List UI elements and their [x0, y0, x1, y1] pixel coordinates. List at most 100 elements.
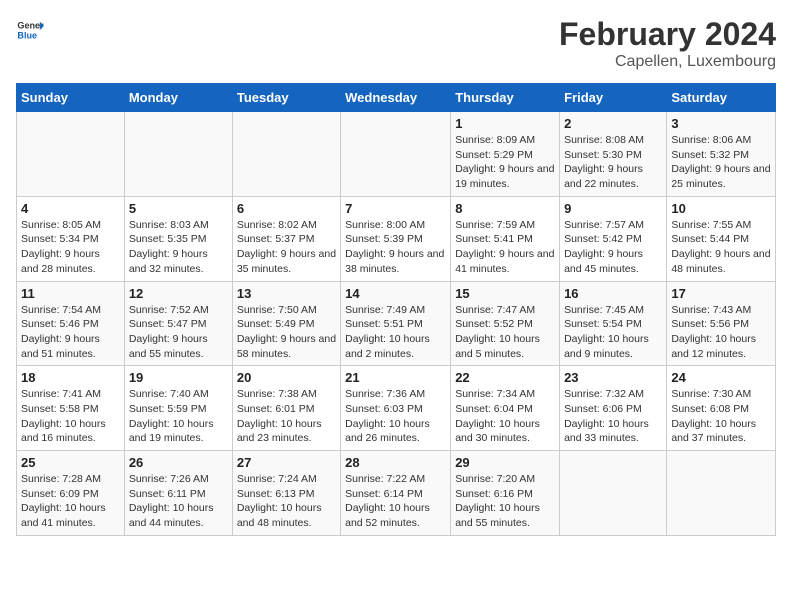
day-number: 3: [671, 116, 771, 131]
calendar-cell: 5 Sunrise: 8:03 AM Sunset: 5:35 PM Daylig…: [124, 196, 232, 281]
day-number: 24: [671, 370, 771, 385]
title-section: February 2024 Capellen, Luxembourg: [559, 16, 776, 71]
week-row-1: 1Sunrise: 8:09 AM Sunset: 5:29 PM Daylig…: [17, 112, 776, 197]
calendar-cell: 20 Sunrise: 7:38 AM Sunset: 6:01 PM Dayli…: [232, 366, 340, 451]
day-number: 17: [671, 286, 771, 301]
day-number: 9: [564, 201, 662, 216]
day-info: Sunrise: 8:05 AM Sunset: 5:34 PM Dayligh…: [21, 218, 120, 277]
day-info: Sunrise: 8:00 AM Sunset: 5:39 PM Dayligh…: [345, 218, 446, 277]
day-info: Sunrise: 7:22 AM Sunset: 6:14 PM Dayligh…: [345, 472, 446, 531]
calendar-cell: 27 Sunrise: 7:24 AM Sunset: 6:13 PM Dayli…: [232, 451, 340, 536]
day-info: Sunrise: 7:45 AM Sunset: 5:54 PM Dayligh…: [564, 303, 662, 362]
day-number: 25: [21, 455, 120, 470]
day-info: Sunrise: 8:08 AM Sunset: 5:30 PM Dayligh…: [564, 133, 662, 192]
calendar-cell: 8Sunrise: 7:59 AM Sunset: 5:41 PM Daylig…: [451, 196, 560, 281]
calendar-cell: 26 Sunrise: 7:26 AM Sunset: 6:11 PM Dayli…: [124, 451, 232, 536]
calendar-cell: 22Sunrise: 7:34 AM Sunset: 6:04 PM Dayli…: [451, 366, 560, 451]
day-number: 7: [345, 201, 446, 216]
calendar-cell: [232, 112, 340, 197]
day-info: Sunrise: 8:09 AM Sunset: 5:29 PM Dayligh…: [455, 133, 555, 192]
day-info: Sunrise: 7:55 AM Sunset: 5:44 PM Dayligh…: [671, 218, 771, 277]
svg-text:Blue: Blue: [17, 30, 37, 40]
day-info: Sunrise: 7:50 AM Sunset: 5:49 PM Dayligh…: [237, 303, 336, 362]
day-info: Sunrise: 7:38 AM Sunset: 6:01 PM Dayligh…: [237, 387, 336, 446]
day-number: 12: [129, 286, 228, 301]
calendar-cell: 3 Sunrise: 8:06 AM Sunset: 5:32 PM Daylig…: [667, 112, 776, 197]
calendar-cell: 17 Sunrise: 7:43 AM Sunset: 5:56 PM Dayli…: [667, 281, 776, 366]
day-info: Sunrise: 7:30 AM Sunset: 6:08 PM Dayligh…: [671, 387, 771, 446]
calendar-cell: 19 Sunrise: 7:40 AM Sunset: 5:59 PM Dayli…: [124, 366, 232, 451]
day-info: Sunrise: 7:43 AM Sunset: 5:56 PM Dayligh…: [671, 303, 771, 362]
main-title: February 2024: [559, 16, 776, 53]
calendar-cell: 10Sunrise: 7:55 AM Sunset: 5:44 PM Dayli…: [667, 196, 776, 281]
calendar-cell: 12 Sunrise: 7:52 AM Sunset: 5:47 PM Dayli…: [124, 281, 232, 366]
day-number: 23: [564, 370, 662, 385]
day-number: 13: [237, 286, 336, 301]
calendar-cell: 6 Sunrise: 8:02 AM Sunset: 5:37 PM Daylig…: [232, 196, 340, 281]
day-number: 19: [129, 370, 228, 385]
day-info: Sunrise: 7:40 AM Sunset: 5:59 PM Dayligh…: [129, 387, 228, 446]
day-info: Sunrise: 7:26 AM Sunset: 6:11 PM Dayligh…: [129, 472, 228, 531]
calendar-cell: 21Sunrise: 7:36 AM Sunset: 6:03 PM Dayli…: [341, 366, 451, 451]
day-number: 20: [237, 370, 336, 385]
day-info: Sunrise: 7:32 AM Sunset: 6:06 PM Dayligh…: [564, 387, 662, 446]
day-number: 14: [345, 286, 446, 301]
calendar-cell: [17, 112, 125, 197]
week-row-5: 25 Sunrise: 7:28 AM Sunset: 6:09 PM Dayli…: [17, 451, 776, 536]
calendar-cell: [341, 112, 451, 197]
day-info: Sunrise: 8:03 AM Sunset: 5:35 PM Dayligh…: [129, 218, 228, 277]
calendar-cell: 23 Sunrise: 7:32 AM Sunset: 6:06 PM Dayli…: [560, 366, 667, 451]
day-number: 6: [237, 201, 336, 216]
day-number: 26: [129, 455, 228, 470]
calendar-cell: [560, 451, 667, 536]
day-number: 18: [21, 370, 120, 385]
week-row-3: 11 Sunrise: 7:54 AM Sunset: 5:46 PM Dayli…: [17, 281, 776, 366]
calendar-cell: 9 Sunrise: 7:57 AM Sunset: 5:42 PM Daylig…: [560, 196, 667, 281]
day-info: Sunrise: 7:57 AM Sunset: 5:42 PM Dayligh…: [564, 218, 662, 277]
calendar-table: SundayMondayTuesdayWednesdayThursdayFrid…: [16, 83, 776, 536]
weekday-header-thursday: Thursday: [451, 84, 560, 112]
day-info: Sunrise: 8:06 AM Sunset: 5:32 PM Dayligh…: [671, 133, 771, 192]
day-info: Sunrise: 7:52 AM Sunset: 5:47 PM Dayligh…: [129, 303, 228, 362]
day-number: 22: [455, 370, 555, 385]
calendar-cell: 4 Sunrise: 8:05 AM Sunset: 5:34 PM Daylig…: [17, 196, 125, 281]
day-number: 16: [564, 286, 662, 301]
calendar-cell: 28 Sunrise: 7:22 AM Sunset: 6:14 PM Dayli…: [341, 451, 451, 536]
weekday-header-tuesday: Tuesday: [232, 84, 340, 112]
day-number: 21: [345, 370, 446, 385]
calendar-cell: 24 Sunrise: 7:30 AM Sunset: 6:08 PM Dayli…: [667, 366, 776, 451]
day-number: 11: [21, 286, 120, 301]
day-number: 28: [345, 455, 446, 470]
day-number: 5: [129, 201, 228, 216]
calendar-cell: 1Sunrise: 8:09 AM Sunset: 5:29 PM Daylig…: [451, 112, 560, 197]
week-row-2: 4 Sunrise: 8:05 AM Sunset: 5:34 PM Daylig…: [17, 196, 776, 281]
day-info: Sunrise: 7:41 AM Sunset: 5:58 PM Dayligh…: [21, 387, 120, 446]
day-info: Sunrise: 7:54 AM Sunset: 5:46 PM Dayligh…: [21, 303, 120, 362]
day-number: 2: [564, 116, 662, 131]
header: General Blue February 2024 Capellen, Lux…: [16, 16, 776, 71]
week-row-4: 18 Sunrise: 7:41 AM Sunset: 5:58 PM Dayli…: [17, 366, 776, 451]
weekday-header-wednesday: Wednesday: [341, 84, 451, 112]
logo-icon: General Blue: [16, 16, 44, 44]
calendar-cell: 29 Sunrise: 7:20 AM Sunset: 6:16 PM Dayli…: [451, 451, 560, 536]
day-info: Sunrise: 7:28 AM Sunset: 6:09 PM Dayligh…: [21, 472, 120, 531]
weekday-header-row: SundayMondayTuesdayWednesdayThursdayFrid…: [17, 84, 776, 112]
day-number: 27: [237, 455, 336, 470]
calendar-cell: 18 Sunrise: 7:41 AM Sunset: 5:58 PM Dayli…: [17, 366, 125, 451]
day-info: Sunrise: 8:02 AM Sunset: 5:37 PM Dayligh…: [237, 218, 336, 277]
day-info: Sunrise: 7:49 AM Sunset: 5:51 PM Dayligh…: [345, 303, 446, 362]
calendar-cell: 7 Sunrise: 8:00 AM Sunset: 5:39 PM Daylig…: [341, 196, 451, 281]
day-number: 15: [455, 286, 555, 301]
calendar-cell: 25 Sunrise: 7:28 AM Sunset: 6:09 PM Dayli…: [17, 451, 125, 536]
logo: General Blue: [16, 16, 44, 44]
day-number: 29: [455, 455, 555, 470]
day-number: 4: [21, 201, 120, 216]
day-info: Sunrise: 7:24 AM Sunset: 6:13 PM Dayligh…: [237, 472, 336, 531]
day-number: 8: [455, 201, 555, 216]
weekday-header-saturday: Saturday: [667, 84, 776, 112]
day-info: Sunrise: 7:47 AM Sunset: 5:52 PM Dayligh…: [455, 303, 555, 362]
calendar-cell: 2 Sunrise: 8:08 AM Sunset: 5:30 PM Daylig…: [560, 112, 667, 197]
day-info: Sunrise: 7:20 AM Sunset: 6:16 PM Dayligh…: [455, 472, 555, 531]
calendar-cell: 14 Sunrise: 7:49 AM Sunset: 5:51 PM Dayli…: [341, 281, 451, 366]
calendar-cell: 13 Sunrise: 7:50 AM Sunset: 5:49 PM Dayli…: [232, 281, 340, 366]
